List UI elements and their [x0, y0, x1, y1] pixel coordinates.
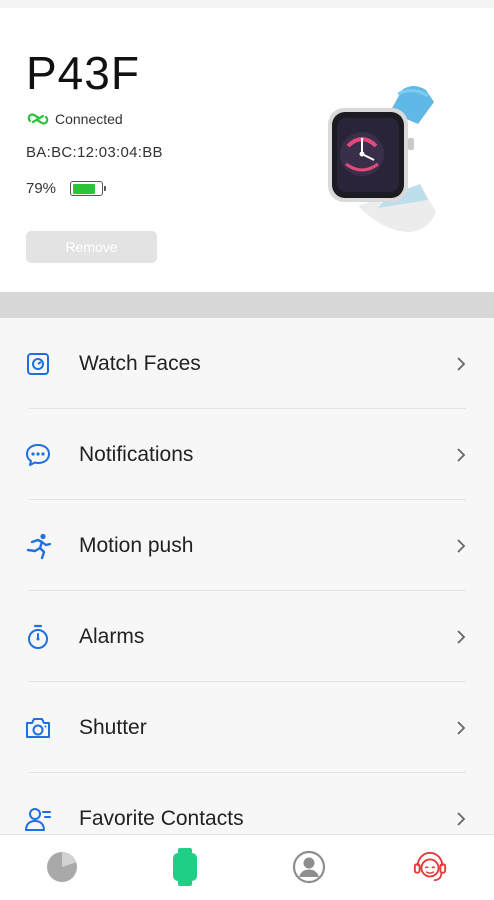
chevron-right-icon: [457, 447, 466, 462]
connection-status: Connected: [26, 110, 123, 128]
menu-item-favorite-contacts[interactable]: Favorite Contacts: [0, 773, 494, 834]
menu-item-label: Favorite Contacts: [79, 806, 244, 830]
remove-device-button[interactable]: Remove: [26, 231, 157, 263]
battery-status: 79%: [26, 180, 107, 197]
stopwatch-icon: [24, 623, 52, 651]
chevron-right-icon: [457, 356, 466, 371]
connection-status-text: Connected: [55, 111, 123, 127]
device-name: P43F: [26, 47, 140, 99]
device-card: P43F Connected BA:BC:12:03:04:BB 79% Rem…: [0, 8, 494, 292]
nav-tab-device[interactable]: [167, 848, 203, 886]
battery-percentage: 79%: [26, 180, 57, 197]
menu-item-alarms[interactable]: Alarms: [0, 591, 494, 682]
battery-level-fill: [72, 183, 95, 194]
status-strip: [0, 0, 494, 8]
menu-item-label: Motion push: [79, 533, 194, 557]
watch-icon: [173, 848, 197, 886]
watch-face-icon: [24, 350, 52, 378]
mac-address: BA:BC:12:03:04:BB: [26, 144, 163, 161]
menu-item-label: Shutter: [79, 715, 147, 739]
nav-tab-stats[interactable]: [44, 849, 80, 885]
section-divider: [0, 292, 494, 318]
battery-icon: [70, 181, 107, 196]
profile-icon: [292, 850, 326, 884]
smartwatch-image: [328, 86, 436, 232]
menu-item-motion-push[interactable]: Motion push: [0, 500, 494, 591]
chat-bubble-icon: [24, 441, 52, 469]
chevron-right-icon: [457, 720, 466, 735]
nav-tab-profile[interactable]: [291, 849, 327, 885]
menu-item-watch-faces[interactable]: Watch Faces: [0, 318, 494, 409]
contacts-icon: [24, 805, 52, 833]
runner-icon: [24, 532, 52, 560]
menu-item-label: Notifications: [79, 442, 194, 466]
camera-icon: [24, 714, 52, 742]
nav-tab-support[interactable]: [412, 849, 448, 885]
settings-menu: Watch Faces Notifications Motion push Al…: [0, 318, 494, 834]
bottom-nav: [0, 834, 494, 900]
pie-chart-icon: [47, 851, 77, 882]
menu-item-notifications[interactable]: Notifications: [0, 409, 494, 500]
chevron-right-icon: [457, 538, 466, 553]
menu-item-shutter[interactable]: Shutter: [0, 682, 494, 773]
link-icon: [27, 113, 49, 125]
support-agent-icon: [413, 851, 447, 882]
menu-item-label: Watch Faces: [79, 351, 201, 375]
chevron-right-icon: [457, 629, 466, 644]
chevron-right-icon: [457, 811, 466, 826]
menu-item-label: Alarms: [79, 624, 145, 648]
